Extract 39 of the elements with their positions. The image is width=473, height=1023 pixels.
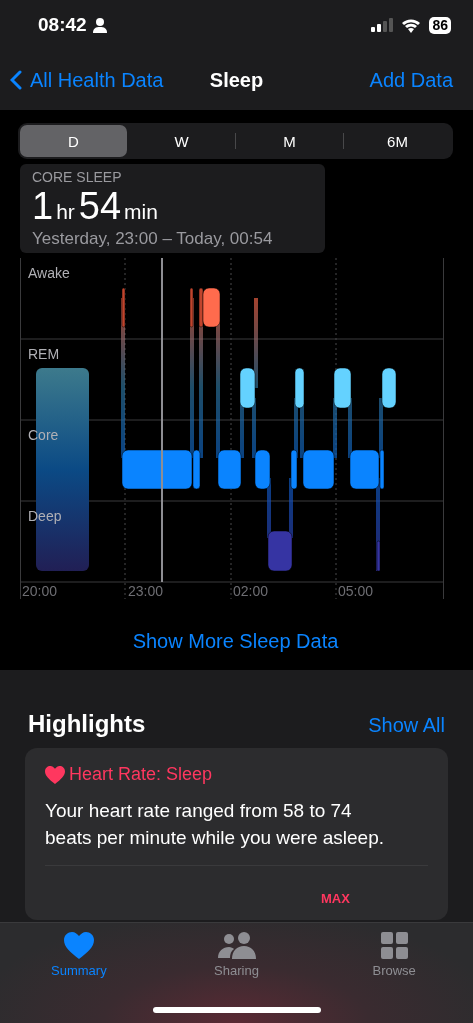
add-data-button[interactable]: Add Data xyxy=(369,68,453,92)
people-icon xyxy=(217,932,256,959)
back-button[interactable]: All Health Data xyxy=(10,68,164,92)
hours-value: 1 xyxy=(32,185,54,228)
status-time: 08:42 xyxy=(38,14,87,36)
back-chevron-icon xyxy=(10,70,22,90)
battery-level: 86 xyxy=(429,16,451,34)
wifi-icon xyxy=(401,17,422,33)
tab-item[interactable]: Sharing xyxy=(157,931,316,1023)
show-more-link[interactable]: Show More Sleep Data xyxy=(126,629,345,654)
signal-icon xyxy=(371,18,394,32)
card-text: Your heart rate ranged from 58 to 74 beats per minute while you were asleep. xyxy=(45,799,386,850)
stage-category: CORE SLEEP xyxy=(32,169,123,185)
section-title: Highlights xyxy=(28,710,146,738)
person-icon xyxy=(92,17,107,33)
time-label: 02:00 xyxy=(233,583,269,599)
minutes-value: 54 xyxy=(78,185,122,228)
range-tab[interactable]: D xyxy=(20,125,127,157)
stat-label: MAX xyxy=(321,891,351,906)
time-label: 23:00 xyxy=(128,583,164,599)
tab-item[interactable]: Summary xyxy=(0,931,158,1023)
stage-label: REM xyxy=(28,346,60,362)
stage-label: Awake xyxy=(28,265,70,281)
heart-icon xyxy=(45,765,65,784)
minutes-unit: min xyxy=(124,200,158,224)
hours-unit: hr xyxy=(56,200,75,224)
range-tab[interactable]: W xyxy=(128,125,235,157)
show-all-link[interactable]: Show All xyxy=(368,714,445,737)
grid-icon xyxy=(380,932,408,959)
tab-item[interactable]: Browse xyxy=(315,931,473,1023)
range-tab[interactable]: 6M xyxy=(344,125,451,157)
card-title: Heart Rate: Sleep xyxy=(69,764,213,785)
range-tab[interactable]: M xyxy=(236,125,343,157)
time-period: Yesterday, 23:00 – Today, 00:54 xyxy=(32,229,274,249)
page-title: Sleep xyxy=(209,68,264,91)
highlight-card[interactable]: Heart Rate: Sleep Your heart rate ranged from 58 to 74 beats per minute while you were asleep. MAX xyxy=(25,748,448,920)
time-label: 20:00 xyxy=(22,583,58,599)
heart-icon xyxy=(63,932,94,959)
time-label: 05:00 xyxy=(338,583,374,599)
